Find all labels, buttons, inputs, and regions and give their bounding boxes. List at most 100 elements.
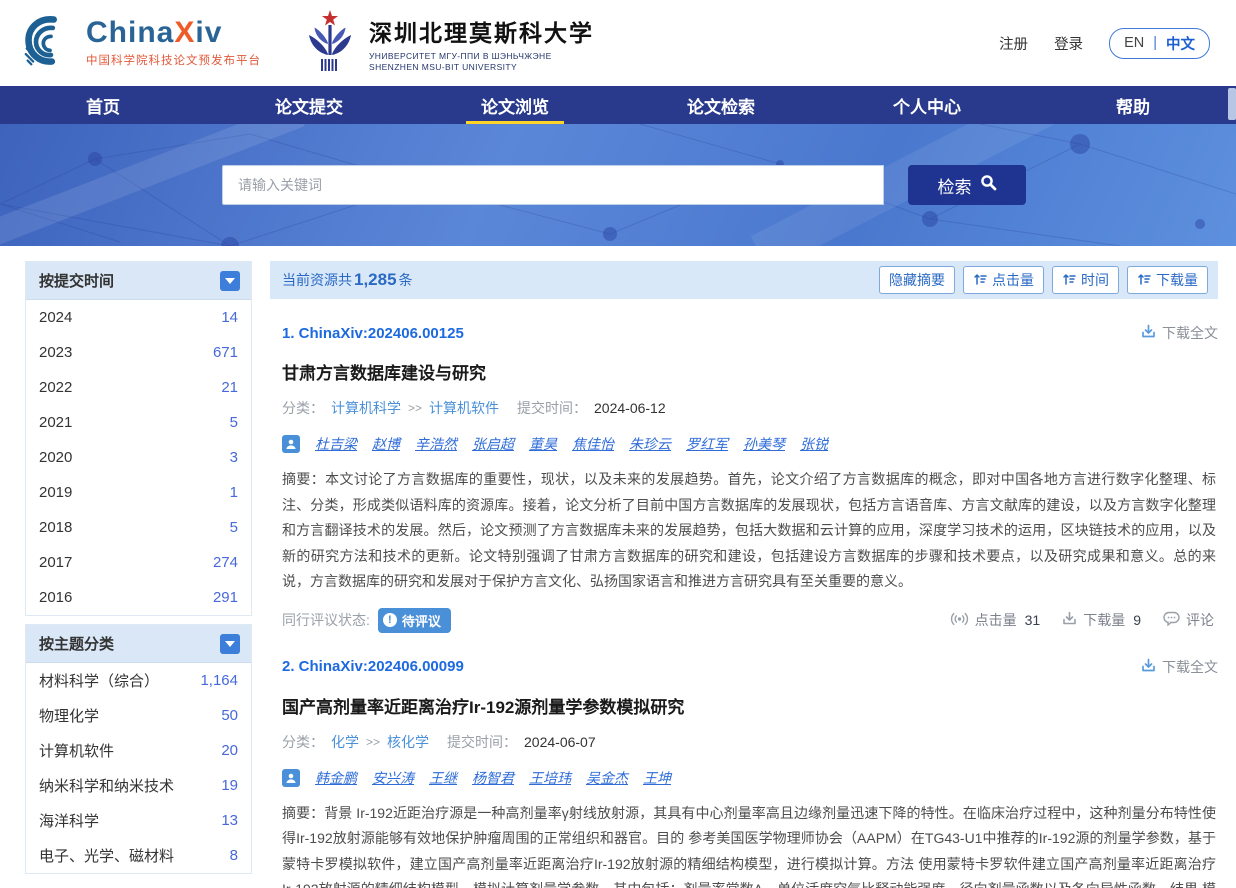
collapse-toggle-button[interactable] — [220, 271, 240, 291]
paper-abstract: 摘要：本文讨论了方言数据库的重要性，现状，以及未来的发展趋势。首先，论文介绍了方… — [282, 467, 1218, 595]
author-link[interactable]: 张启超 — [472, 434, 514, 454]
search-banner: 检索 — [0, 124, 1236, 246]
paper-title[interactable]: 甘肃方言数据库建设与研究 — [282, 359, 1218, 384]
year-label: 2022 — [39, 379, 72, 396]
subject-filter-item[interactable]: 海洋科学 13 — [26, 803, 251, 838]
hide-abstract-button[interactable]: 隐藏摘要 — [879, 266, 955, 294]
author-link[interactable]: 罗红军 — [686, 434, 728, 454]
subject-label: 计算机软件 — [39, 740, 114, 761]
subject-count: 20 — [221, 742, 238, 759]
author-link[interactable]: 赵博 — [372, 434, 400, 454]
download-icon — [1141, 324, 1156, 342]
sort-by-downloads-button[interactable]: 下载量 — [1127, 266, 1208, 294]
year-filter-item[interactable]: 2017 274 — [26, 545, 251, 580]
comments-link[interactable]: 评论 — [1163, 610, 1214, 630]
author-link[interactable]: 孙美琴 — [743, 434, 785, 454]
year-label: 2019 — [39, 484, 72, 501]
author-link[interactable]: 杨智君 — [472, 768, 514, 788]
author-link[interactable]: 董昊 — [529, 434, 557, 454]
nav-item-search[interactable]: 论文检索 — [618, 86, 824, 124]
search-input[interactable] — [222, 165, 884, 205]
category-link-primary[interactable]: 计算机科学 — [331, 398, 401, 418]
nav-item-help[interactable]: 帮助 — [1030, 86, 1236, 124]
category-link-secondary[interactable]: 核化学 — [387, 732, 429, 752]
paper-id-link[interactable]: 1. ChinaXiv:202406.00125 — [282, 325, 464, 342]
paper-title[interactable]: 国产高剂量率近距离治疗Ir-192源剂量学参数模拟研究 — [282, 693, 1218, 718]
year-filter-item[interactable]: 2016 291 — [26, 580, 251, 615]
subject-filter-item[interactable]: 材料科学（综合） 1,164 — [26, 663, 251, 698]
author-link[interactable]: 吴金杰 — [586, 768, 628, 788]
paper-meta: 分类： 计算机科学 >> 计算机软件 提交时间： 2024-06-12 — [282, 398, 1218, 418]
subject-filter-item[interactable]: 纳米科学和纳米技术 19 — [26, 768, 251, 803]
author-link[interactable]: 韩金鹏 — [315, 768, 357, 788]
download-fulltext-link[interactable]: 下载全文 — [1141, 323, 1218, 343]
paper-entry: 1. ChinaXiv:202406.00125 下载全文 甘肃方言数据库建设与… — [270, 299, 1218, 633]
collapse-toggle-button[interactable] — [220, 634, 240, 654]
year-filter-item[interactable]: 2018 5 — [26, 510, 251, 545]
msu-bit-logo[interactable]: 深圳北理莫斯科大学 УНИВЕРСИТЕТ МГУ-ППИ В ШЭНЬЧЖЭН… — [301, 9, 594, 78]
year-filter-item[interactable]: 2020 3 — [26, 440, 251, 475]
submit-time-value: 2024-06-07 — [524, 734, 596, 750]
msu-bit-name: 深圳北理莫斯科大学 — [369, 14, 594, 48]
nav-item-submit[interactable]: 论文提交 — [206, 86, 412, 124]
author-link[interactable]: 王继 — [429, 768, 457, 788]
year-filter-item[interactable]: 2019 1 — [26, 475, 251, 510]
year-label: 2016 — [39, 589, 72, 606]
clicks-icon — [950, 612, 969, 629]
results-count-number: 1,285 — [354, 270, 397, 289]
subject-label: 材料科学（综合） — [39, 670, 159, 691]
subject-filter-item[interactable]: 电子、光学、磁材料 8 — [26, 838, 251, 873]
lang-zh-option[interactable]: 中文 — [1166, 33, 1195, 54]
subject-filter-item[interactable]: 物理化学 50 — [26, 698, 251, 733]
chinaxiv-swirl-icon — [22, 13, 78, 74]
downloads-count: 9 — [1133, 612, 1141, 628]
downloads-stat: 下载量 9 — [1062, 610, 1141, 630]
author-person-icon — [282, 435, 300, 453]
author-link[interactable]: 王坤 — [643, 768, 671, 788]
author-link[interactable]: 朱珍云 — [629, 434, 671, 454]
year-filter-item[interactable]: 2023 671 — [26, 335, 251, 370]
login-link[interactable]: 登录 — [1054, 33, 1083, 54]
author-link[interactable]: 王培玮 — [529, 768, 571, 788]
category-link-secondary[interactable]: 计算机软件 — [429, 398, 499, 418]
category-link-primary[interactable]: 化学 — [331, 732, 359, 752]
author-link[interactable]: 杜吉梁 — [315, 434, 357, 454]
year-count: 291 — [213, 589, 238, 606]
subject-filter-list: 材料科学（综合） 1,164 物理化学 50 计算机软件 20 — [26, 663, 251, 873]
paper-footer: 同行评议状态: ! 待评议 点击量 31 — [282, 608, 1218, 633]
paper-stats: 点击量 31 下载量 9 评论 — [950, 610, 1214, 630]
nav-item-account[interactable]: 个人中心 — [824, 86, 1030, 124]
sort-by-time-button[interactable]: 时间 — [1052, 266, 1119, 294]
site-header: ChinaXiv 中国科学院科技论文预发布平台 深圳北理莫斯科大学 УНИВЕР… — [0, 0, 1236, 86]
subject-label: 纳米科学和纳米技术 — [39, 775, 174, 796]
author-link[interactable]: 辛浩然 — [415, 434, 457, 454]
nav-item-home[interactable]: 首页 — [0, 86, 206, 124]
scrollbar-thumb[interactable] — [1228, 88, 1236, 120]
sort-by-clicks-button[interactable]: 点击量 — [963, 266, 1044, 294]
subject-count: 13 — [221, 812, 238, 829]
chinaxiv-logo[interactable]: ChinaXiv 中国科学院科技论文预发布平台 — [22, 13, 261, 74]
subject-label: 海洋科学 — [39, 810, 99, 831]
year-filter-item[interactable]: 2021 5 — [26, 405, 251, 440]
year-label: 2020 — [39, 449, 72, 466]
author-link[interactable]: 安兴涛 — [372, 768, 414, 788]
chinaxiv-tagline: 中国科学院科技论文预发布平台 — [86, 52, 261, 68]
paper-meta: 分类： 化学 >> 核化学 提交时间： 2024-06-07 — [282, 732, 1218, 752]
lang-en-option[interactable]: EN — [1124, 35, 1144, 51]
nav-item-browse[interactable]: 论文浏览 — [412, 86, 618, 124]
download-fulltext-link[interactable]: 下载全文 — [1141, 657, 1218, 677]
year-label: 2018 — [39, 519, 72, 536]
sort-icon — [1062, 272, 1076, 289]
filter-section-subject-header: 按主题分类 — [26, 625, 251, 663]
year-count: 1 — [230, 484, 238, 501]
search-button[interactable]: 检索 — [908, 165, 1026, 205]
year-filter-item[interactable]: 2024 14 — [26, 300, 251, 335]
author-link[interactable]: 焦佳怡 — [572, 434, 614, 454]
register-link[interactable]: 注册 — [999, 33, 1028, 54]
year-filter-item[interactable]: 2022 21 — [26, 370, 251, 405]
paper-id-link[interactable]: 2. ChinaXiv:202406.00099 — [282, 658, 464, 675]
author-link[interactable]: 张锐 — [800, 434, 828, 454]
subject-filter-item[interactable]: 计算机软件 20 — [26, 733, 251, 768]
subject-label: 物理化学 — [39, 705, 99, 726]
peer-review-badge[interactable]: ! 待评议 — [378, 608, 451, 633]
